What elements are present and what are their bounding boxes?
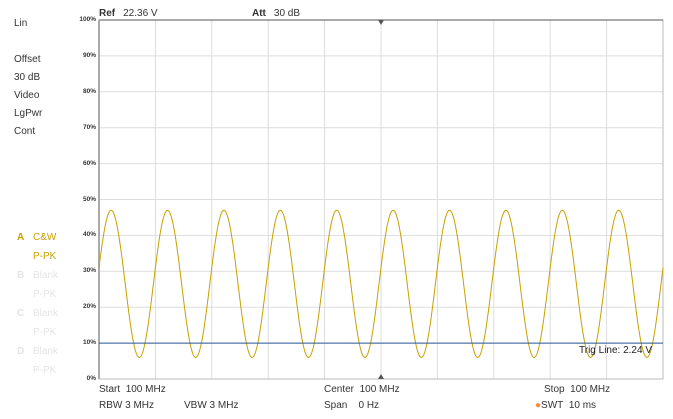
stop-freq[interactable]: Stop 100 MHz — [544, 384, 610, 395]
rbw[interactable]: RBW 3 MHz — [99, 400, 154, 411]
swt-value: 10 ms — [568, 400, 597, 411]
swt-label: SWT — [541, 400, 564, 411]
stop-label: Stop — [544, 384, 565, 395]
span[interactable]: Span 0 Hz — [324, 400, 379, 411]
center-value: 100 MHz — [359, 384, 400, 395]
start-value: 100 MHz — [125, 384, 166, 395]
center-freq[interactable]: Center 100 MHz — [324, 384, 400, 395]
center-marker-top-icon — [378, 20, 384, 25]
vbw[interactable]: VBW 3 MHz — [184, 400, 238, 411]
center-marker-bottom-icon — [378, 374, 384, 379]
start-label: Start — [99, 384, 121, 395]
span-label: Span — [324, 400, 348, 411]
trace-plot[interactable] — [0, 0, 673, 419]
span-value: 0 Hz — [358, 400, 380, 411]
center-label: Center — [324, 384, 355, 395]
trig-line-label: Trig Line: 2.24 V — [579, 345, 653, 356]
sweep-time[interactable]: ●SWT 10 ms — [535, 400, 596, 411]
start-freq[interactable]: Start 100 MHz — [99, 384, 166, 395]
stop-value: 100 MHz — [570, 384, 611, 395]
